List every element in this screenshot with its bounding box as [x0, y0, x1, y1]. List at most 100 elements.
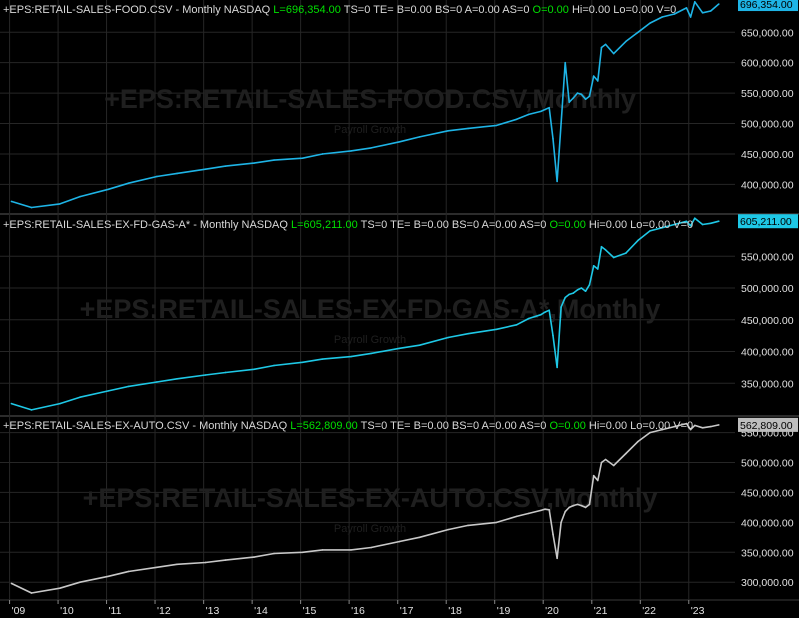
data-point — [515, 515, 518, 518]
data-point — [693, 1, 696, 3]
data-point — [253, 162, 255, 164]
data-point — [556, 366, 558, 369]
data-point — [495, 521, 498, 524]
y-tick-label: 500,000.00 — [741, 283, 794, 295]
data-point — [370, 352, 372, 355]
data-point — [548, 106, 550, 109]
x-tick-label: '15 — [303, 605, 317, 617]
data-point — [253, 368, 255, 371]
data-point — [540, 509, 542, 512]
watermark-title: +EPS:RETAIL-SALES-EX-AUTO.CSV,Monthly — [83, 483, 658, 513]
data-point — [596, 479, 599, 482]
stacked-chart-canvas[interactable]: '09 '10 '11 '12 '13 '14 '15 '16 '17 '18 '19 '20 '21 '… — [0, 0, 799, 618]
data-point — [588, 95, 591, 97]
data-point — [127, 385, 130, 388]
data-point — [604, 249, 607, 251]
data-point — [685, 7, 688, 9]
x-tick-label: '22 — [642, 605, 656, 617]
data-point — [625, 40, 627, 43]
data-point — [273, 364, 275, 367]
data-point — [544, 311, 546, 313]
data-point — [612, 464, 615, 467]
data-point — [552, 533, 554, 536]
header-last-value: L=605,211.00 — [291, 219, 361, 231]
data-point — [580, 93, 583, 96]
header-symbol: +EPS:RETAIL-SALES-EX-FD-GAS-A* - Monthly… — [3, 219, 291, 231]
data-point — [10, 402, 13, 405]
data-point — [612, 256, 615, 259]
header-last-value: L=696,354.00 — [273, 4, 343, 16]
header-last-value: L=562,809.00 — [290, 420, 360, 432]
y-tick-label: 550,000.00 — [741, 88, 794, 100]
y-tick-label: 350,000.00 — [741, 547, 794, 559]
data-point — [176, 563, 178, 566]
data-point — [10, 200, 13, 203]
data-point — [604, 458, 607, 461]
data-point — [301, 361, 304, 364]
data-point — [717, 424, 720, 426]
data-point — [540, 313, 542, 316]
data-point — [701, 223, 704, 226]
data-point — [576, 92, 579, 94]
data-point — [273, 552, 275, 555]
data-point — [689, 16, 692, 18]
data-point — [204, 561, 207, 564]
data-point — [568, 101, 571, 104]
y-tick-label: 500,000.00 — [741, 119, 794, 131]
data-point — [560, 306, 562, 308]
data-point — [350, 355, 352, 358]
x-tick-label: '19 — [497, 605, 511, 617]
data-point — [350, 549, 352, 551]
y-tick-label: 550,000.00 — [741, 251, 794, 263]
data-point — [600, 461, 603, 464]
x-tick-label: '14 — [254, 605, 268, 617]
data-point — [637, 239, 639, 242]
panel-header: +EPS:RETAIL-SALES-EX-AUTO.CSV - Monthly … — [3, 420, 693, 432]
data-point — [592, 75, 595, 77]
data-point — [59, 587, 61, 590]
data-point — [572, 292, 575, 294]
data-point — [321, 358, 324, 360]
x-tick-label: '16 — [351, 605, 365, 617]
data-point — [612, 52, 615, 55]
data-point — [600, 245, 603, 248]
data-point — [580, 504, 583, 507]
data-point — [467, 127, 469, 130]
x-tick-label: '17 — [400, 605, 414, 617]
data-point — [649, 22, 651, 24]
last-value-label: 605,211.00 — [740, 216, 792, 228]
data-point — [176, 172, 178, 175]
data-point — [584, 290, 587, 292]
data-point — [204, 374, 207, 376]
data-point — [592, 474, 595, 477]
data-point — [709, 10, 712, 12]
data-point — [637, 31, 639, 34]
watermark-subtitle: Payroll Growth — [334, 523, 406, 535]
x-tick-label: '21 — [594, 605, 608, 617]
data-point — [600, 46, 603, 49]
data-point — [592, 264, 595, 267]
data-point — [540, 110, 542, 113]
data-point — [515, 118, 518, 121]
data-point — [584, 506, 587, 509]
data-point — [544, 508, 546, 510]
data-point — [467, 524, 469, 527]
data-point — [30, 592, 33, 594]
x-tick-label: '20 — [545, 605, 559, 617]
data-point — [127, 182, 130, 184]
data-point — [224, 371, 227, 374]
header-open-value: O=0.00 — [533, 4, 572, 16]
header-stats: TS=0 TE= B=0.00 BS=0 A=0.00 AS=0 — [361, 420, 550, 432]
data-point — [560, 122, 562, 125]
data-point — [568, 506, 571, 509]
watermark-subtitle: Payroll Growth — [334, 334, 406, 346]
y-tick-label: 300,000.00 — [741, 577, 794, 589]
data-point — [418, 344, 421, 346]
data-point — [649, 431, 651, 434]
y-tick-label: 600,000.00 — [741, 58, 794, 70]
data-point — [350, 150, 352, 152]
data-point — [79, 195, 81, 198]
header-stats: TS=0 TE= B=0.00 BS=0 A=0.00 AS=0 — [361, 219, 550, 231]
data-point — [564, 510, 567, 513]
data-point — [701, 426, 704, 429]
